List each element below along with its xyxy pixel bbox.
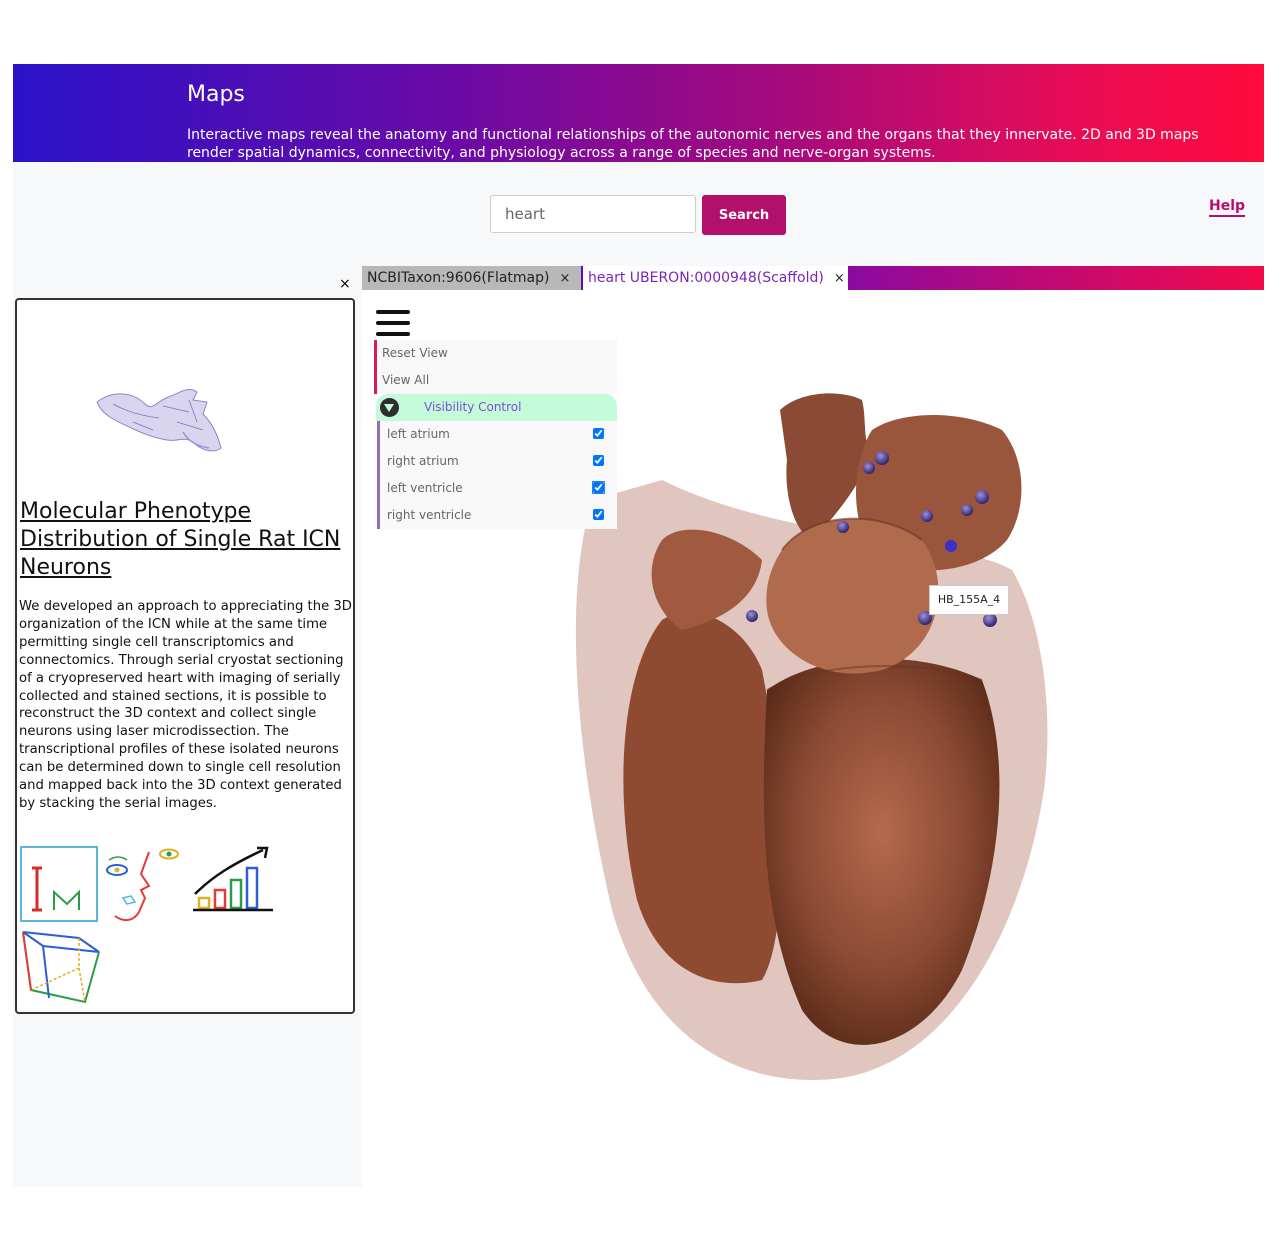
hamburger-menu-icon[interactable] — [376, 310, 410, 336]
neuron-marker — [746, 610, 758, 622]
dataset-description: We developed an approach to appreciating… — [19, 599, 352, 811]
region-label: left ventricle — [387, 481, 463, 495]
tab-flatmap[interactable]: NCBITaxon:9606(Flatmap) × — [362, 266, 581, 290]
scaffold-viewer[interactable]: Reset View View All Visibility Control l… — [362, 290, 1264, 1187]
help-link[interactable]: Help — [1209, 198, 1246, 217]
region-checkbox[interactable] — [593, 428, 604, 439]
neuron-marker — [875, 451, 889, 465]
tab-strip: NCBITaxon:9606(Flatmap) × heart UBERON:0… — [362, 266, 1264, 290]
collapse-triangle-icon[interactable] — [380, 398, 399, 417]
right-atrium-shape — [766, 518, 939, 674]
region-right-ventricle[interactable]: right ventricle — [377, 502, 617, 529]
neuron-marker — [921, 510, 933, 522]
page-description: Interactive maps reveal the anatomy and … — [187, 127, 1199, 161]
dataset-title[interactable]: Molecular Phenotype Distribution of Sing… — [20, 498, 350, 582]
search-button[interactable]: Search — [702, 195, 786, 235]
neuron-marker — [945, 540, 957, 552]
tab-label: heart UBERON:0000948(Scaffold) — [588, 270, 824, 286]
region-checkbox[interactable] — [593, 509, 604, 520]
region-label: right atrium — [387, 454, 459, 468]
neuron-marker — [961, 504, 973, 516]
image-viewer-glyph — [32, 866, 80, 912]
region-checkbox[interactable] — [593, 455, 604, 466]
view-all-button[interactable]: View All — [374, 367, 617, 394]
tab-label: NCBITaxon:9606(Flatmap) — [367, 270, 550, 286]
region-left-ventricle[interactable]: left ventricle — [377, 475, 617, 502]
neuron-marker — [837, 521, 849, 533]
face-viewer-icon[interactable] — [105, 846, 185, 926]
tab-strip-fill — [848, 266, 1264, 290]
neuron-marker — [863, 462, 875, 474]
page-title: Maps — [187, 82, 245, 107]
marker-tooltip: HB_155A_4 — [929, 585, 1009, 615]
close-tab-icon[interactable]: × — [559, 271, 570, 286]
viewer-menu: Reset View View All Visibility Control l… — [374, 340, 617, 529]
dataset-info-panel: Molecular Phenotype Distribution of Sing… — [15, 298, 355, 1014]
dataset-thumbnail[interactable] — [93, 382, 223, 462]
tab-scaffold[interactable]: heart UBERON:0000948(Scaffold) × — [581, 266, 848, 290]
visibility-control-label: Visibility Control — [424, 400, 522, 414]
neuron-marker — [975, 490, 989, 504]
image-viewer-icon[interactable] — [20, 846, 98, 922]
region-right-atrium[interactable]: right atrium — [377, 448, 617, 475]
scaffold-viewer-icon[interactable] — [19, 928, 103, 1004]
reset-view-button[interactable]: Reset View — [374, 340, 617, 367]
search-input[interactable] — [490, 195, 696, 233]
plot-viewer-icon[interactable] — [193, 846, 275, 912]
maps-app: Maps Interactive maps reveal the anatomy… — [13, 64, 1264, 1187]
region-left-atrium[interactable]: left atrium — [377, 421, 617, 448]
region-label: right ventricle — [387, 508, 472, 522]
neuron-marker — [983, 613, 997, 627]
close-panel-icon[interactable]: × — [339, 276, 351, 292]
maps-banner: Maps Interactive maps reveal the anatomy… — [13, 64, 1264, 162]
visibility-control-header[interactable]: Visibility Control — [376, 394, 617, 421]
region-label: left atrium — [387, 427, 450, 441]
close-tab-icon[interactable]: × — [834, 271, 845, 286]
region-checkbox[interactable] — [592, 481, 605, 494]
